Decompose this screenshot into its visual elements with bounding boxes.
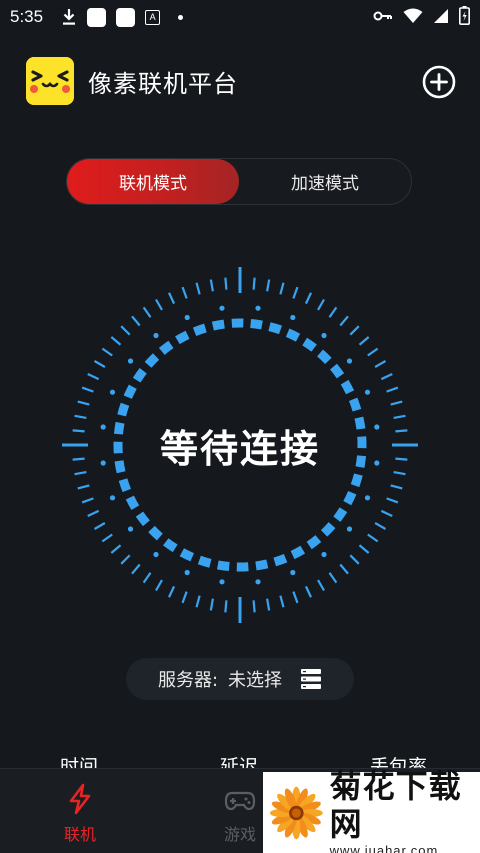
mode-toggle: 联机模式 加速模式: [66, 158, 412, 205]
server-selector[interactable]: 服务器: 未选择: [126, 658, 354, 700]
watermark-url: www.juahar.com: [329, 843, 439, 853]
system-icons: [373, 6, 470, 25]
nav-label-games: 游戏: [223, 825, 256, 844]
status-bar: 5:35 A: [0, 0, 480, 34]
key-icon: [373, 11, 392, 20]
server-value: 未选择: [228, 670, 283, 691]
flower-logo: [269, 786, 323, 839]
watermark-overlay: 菊花下载网 www.juahar.com: [263, 767, 480, 853]
lightning-icon: [69, 783, 91, 815]
status-time: 5:35: [10, 7, 44, 26]
nav-label-online: 联机: [63, 825, 96, 844]
notification-a-icon: A: [145, 9, 161, 25]
download-icon: [63, 9, 76, 25]
watermark-text: 菊花下载网 www.juahar.com: [330, 767, 480, 853]
tab-accelerate-mode[interactable]: 加速模式: [239, 159, 411, 204]
connection-status-label[interactable]: 等待连接: [60, 265, 420, 625]
add-button[interactable]: [422, 65, 456, 99]
nav-item-online[interactable]: 联机: [40, 783, 120, 845]
wifi-icon: [403, 8, 423, 23]
server-list-icon: [301, 669, 322, 689]
tab-online-mode[interactable]: 联机模式: [67, 159, 239, 204]
server-label: 服务器:: [157, 670, 219, 691]
pixel-face-icon: [26, 57, 74, 105]
more-notifications-dot: [178, 14, 184, 20]
notification-app-icon: [116, 7, 136, 27]
notification-app-icon: [87, 7, 107, 27]
watermark-name: 菊花下载网: [329, 767, 462, 843]
gamepad-icon: [224, 791, 256, 811]
app-logo: [26, 57, 74, 105]
app-title: 像素联机平台: [88, 69, 238, 98]
battery-charging-icon: [459, 6, 470, 25]
signal-icon: [434, 8, 448, 23]
notification-icons: A: [61, 7, 184, 27]
app-header: 像素联机平台: [26, 55, 456, 107]
